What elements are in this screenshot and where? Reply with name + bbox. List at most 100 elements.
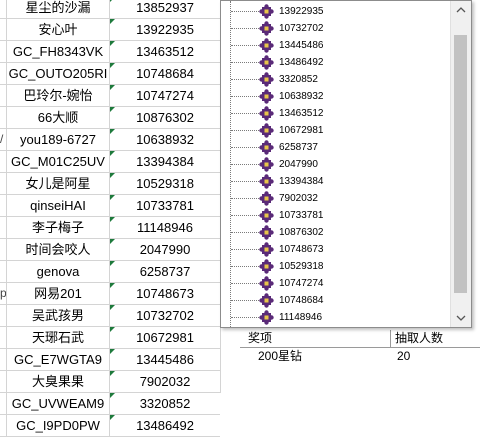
table-row[interactable]: / you189-6727 10638932 [0,129,220,151]
scrollbar-thumb[interactable] [454,35,467,293]
scroll-down-arrow-icon[interactable] [451,309,471,327]
vertical-scrollbar[interactable] [450,1,471,327]
table-row[interactable]: 天琊石武 10672981 [0,327,220,349]
number-stored-as-text-marker [110,239,115,244]
table-row[interactable]: p 网易201 10748673 [0,283,220,305]
user-id-cell[interactable]: 13852937 [110,0,220,18]
tree-item-label: 13486492 [279,57,324,68]
nickname-cell[interactable]: you189-6727 [6,129,110,150]
table-row[interactable]: genova 6258737 [0,261,220,283]
tree-item[interactable]: 3320852 [221,71,451,88]
tree-item[interactable]: 10748673 [221,241,451,258]
prize-row[interactable]: 200星钻 20 [240,348,480,365]
scroll-up-arrow-icon[interactable] [451,1,471,19]
table-row[interactable]: 星尘的沙漏 13852937 [0,0,220,19]
nickname-cell[interactable]: qinseiHAI [6,195,110,216]
nickname-cell[interactable]: 时间会咬人 [6,239,110,260]
nickname-cell[interactable]: GC_OUTO205RI [6,63,110,84]
user-id-cell[interactable]: 2047990 [110,239,220,260]
table-row[interactable]: 女儿是阿星 10529318 [0,173,220,195]
nickname-cell[interactable]: 大臭果果 [6,371,110,392]
user-id-cell[interactable]: 10733781 [110,195,220,216]
tree-item-label: 10733781 [279,210,324,221]
nickname-cell[interactable]: 星尘的沙漏 [6,0,110,18]
tree-item[interactable]: 13852937 [221,326,451,327]
tree-item[interactable]: 10529318 [221,258,451,275]
tree-branch-line [231,45,259,46]
tree-item[interactable]: 10672981 [221,122,451,139]
table-row[interactable]: GC_E7WGTA9 13445486 [0,349,220,371]
tree-item[interactable]: 10748684 [221,292,451,309]
number-stored-as-text-marker [110,0,115,2]
table-row[interactable]: GC_M01C25UV 13394384 [0,151,220,173]
nickname-cell[interactable]: GC_FH8343VK [6,41,110,62]
table-row[interactable]: 66大顺 10876302 [0,107,220,129]
tree-item-label: 10748673 [279,244,324,255]
tree-branch-line [231,28,259,29]
tree-item[interactable]: 13445486 [221,37,451,54]
tree-item[interactable]: 10638932 [221,88,451,105]
user-id-cell[interactable]: 13463512 [110,41,220,62]
tree-item[interactable]: 10747274 [221,275,451,292]
puzzle-node-icon [259,4,274,19]
tree-item[interactable]: 7902032 [221,190,451,207]
user-id-cell[interactable]: 10529318 [110,173,220,194]
nickname-cell[interactable]: 天琊石武 [6,327,110,348]
user-id-cell[interactable]: 10748673 [110,283,220,304]
table-row[interactable]: GC_I9PD0PW 13486492 [0,415,220,437]
user-id-cell[interactable]: 10638932 [110,129,220,150]
tree-item[interactable]: 10876302 [221,224,451,241]
tree-item[interactable]: 13394384 [221,173,451,190]
user-id-cell[interactable]: 10732702 [110,305,220,326]
nickname-cell[interactable]: 巴玲尔-婉怡 [6,85,110,106]
tree-item[interactable]: 10733781 [221,207,451,224]
id-tree-list[interactable]: 13922935 10732702 13445486 13486492 3320852 1… [220,0,472,328]
user-id-cell[interactable]: 10748684 [110,63,220,84]
nickname-cell[interactable]: GC_M01C25UV [6,151,110,172]
tree-branch-line [231,232,259,233]
nickname-cell[interactable]: 女儿是阿星 [6,173,110,194]
tree-item[interactable]: 13922935 [221,3,451,20]
nickname-cell[interactable]: GC_UVWEAM9 [6,393,110,414]
user-id-cell[interactable]: 10876302 [110,107,220,128]
user-id-cell[interactable]: 11148946 [110,217,220,238]
nickname-cell[interactable]: 66大顺 [6,107,110,128]
user-id-cell[interactable]: 3320852 [110,393,220,414]
table-row[interactable]: GC_UVWEAM9 3320852 [0,393,220,415]
table-row[interactable]: GC_FH8343VK 13463512 [0,41,220,63]
tree-item[interactable]: 10732702 [221,20,451,37]
user-id-cell[interactable]: 10672981 [110,327,220,348]
prize-name: 200星钻 [258,349,303,363]
nickname-cell[interactable]: 李子梅子 [6,217,110,238]
user-id-cell[interactable]: 13445486 [110,349,220,370]
table-row[interactable]: 吴武孩男 10732702 [0,305,220,327]
tree-item[interactable]: 6258737 [221,139,451,156]
table-row[interactable]: 巴玲尔-婉怡 10747274 [0,85,220,107]
user-id-cell[interactable]: 13922935 [110,19,220,40]
nickname-cell[interactable]: GC_I9PD0PW [6,415,110,436]
nickname-cell[interactable]: 安心叶 [6,19,110,40]
tree-item[interactable]: 13463512 [221,105,451,122]
number-stored-as-text-marker [110,151,115,156]
table-row[interactable]: qinseiHAI 10733781 [0,195,220,217]
tree-item[interactable]: 2047990 [221,156,451,173]
nickname-cell[interactable]: 吴武孩男 [6,305,110,326]
user-id-cell[interactable]: 13486492 [110,415,220,436]
puzzle-node-icon [259,89,274,104]
nickname-cell[interactable]: GC_E7WGTA9 [6,349,110,370]
user-id-cell[interactable]: 10747274 [110,85,220,106]
table-row[interactable]: 大臭果果 7902032 [0,371,220,393]
tree-item[interactable]: 11148946 [221,309,451,326]
nickname-cell[interactable]: 网易201 [6,283,110,304]
table-row[interactable]: GC_OUTO205RI 10748684 [0,63,220,85]
user-id-cell[interactable]: 6258737 [110,261,220,282]
tree-item[interactable]: 13486492 [221,54,451,71]
user-id-cell[interactable]: 13394384 [110,151,220,172]
table-row[interactable]: 李子梅子 11148946 [0,217,220,239]
table-row[interactable]: 安心叶 13922935 [0,19,220,41]
tree-item-label: 10747274 [279,278,324,289]
user-id-cell[interactable]: 7902032 [110,371,220,392]
nickname-cell[interactable]: genova [6,261,110,282]
table-row[interactable]: 时间会咬人 2047990 [0,239,220,261]
tree-branch-line [231,266,259,267]
